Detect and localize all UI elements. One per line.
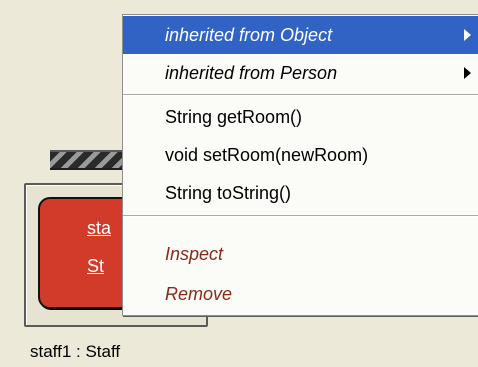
menu-item-set-room[interactable]: void setRoom(newRoom) xyxy=(123,136,478,174)
object-type-label: St xyxy=(87,256,105,276)
object-drag-handle[interactable] xyxy=(50,150,122,170)
object-caption: staff1 : Staff xyxy=(30,342,121,361)
menu-item-label: inherited from Person xyxy=(165,63,338,83)
context-menu: inherited from Object inherited from Per… xyxy=(122,14,478,316)
menu-item-inspect[interactable]: Inspect xyxy=(123,235,478,273)
menu-item-label: inherited from Object xyxy=(165,25,333,45)
menu-separator xyxy=(123,94,478,96)
submenu-arrow-icon xyxy=(464,29,471,41)
menu-item-to-string[interactable]: String toString() xyxy=(123,174,478,212)
submenu-arrow-icon xyxy=(464,67,471,79)
menu-item-get-room[interactable]: String getRoom() xyxy=(123,98,478,136)
menu-item-remove[interactable]: Remove xyxy=(123,275,478,313)
object-name-label: sta xyxy=(87,218,112,238)
menu-item-inherited-from-object[interactable]: inherited from Object xyxy=(123,16,478,54)
menu-separator xyxy=(123,215,478,217)
menu-item-inherited-from-person[interactable]: inherited from Person xyxy=(123,54,478,92)
